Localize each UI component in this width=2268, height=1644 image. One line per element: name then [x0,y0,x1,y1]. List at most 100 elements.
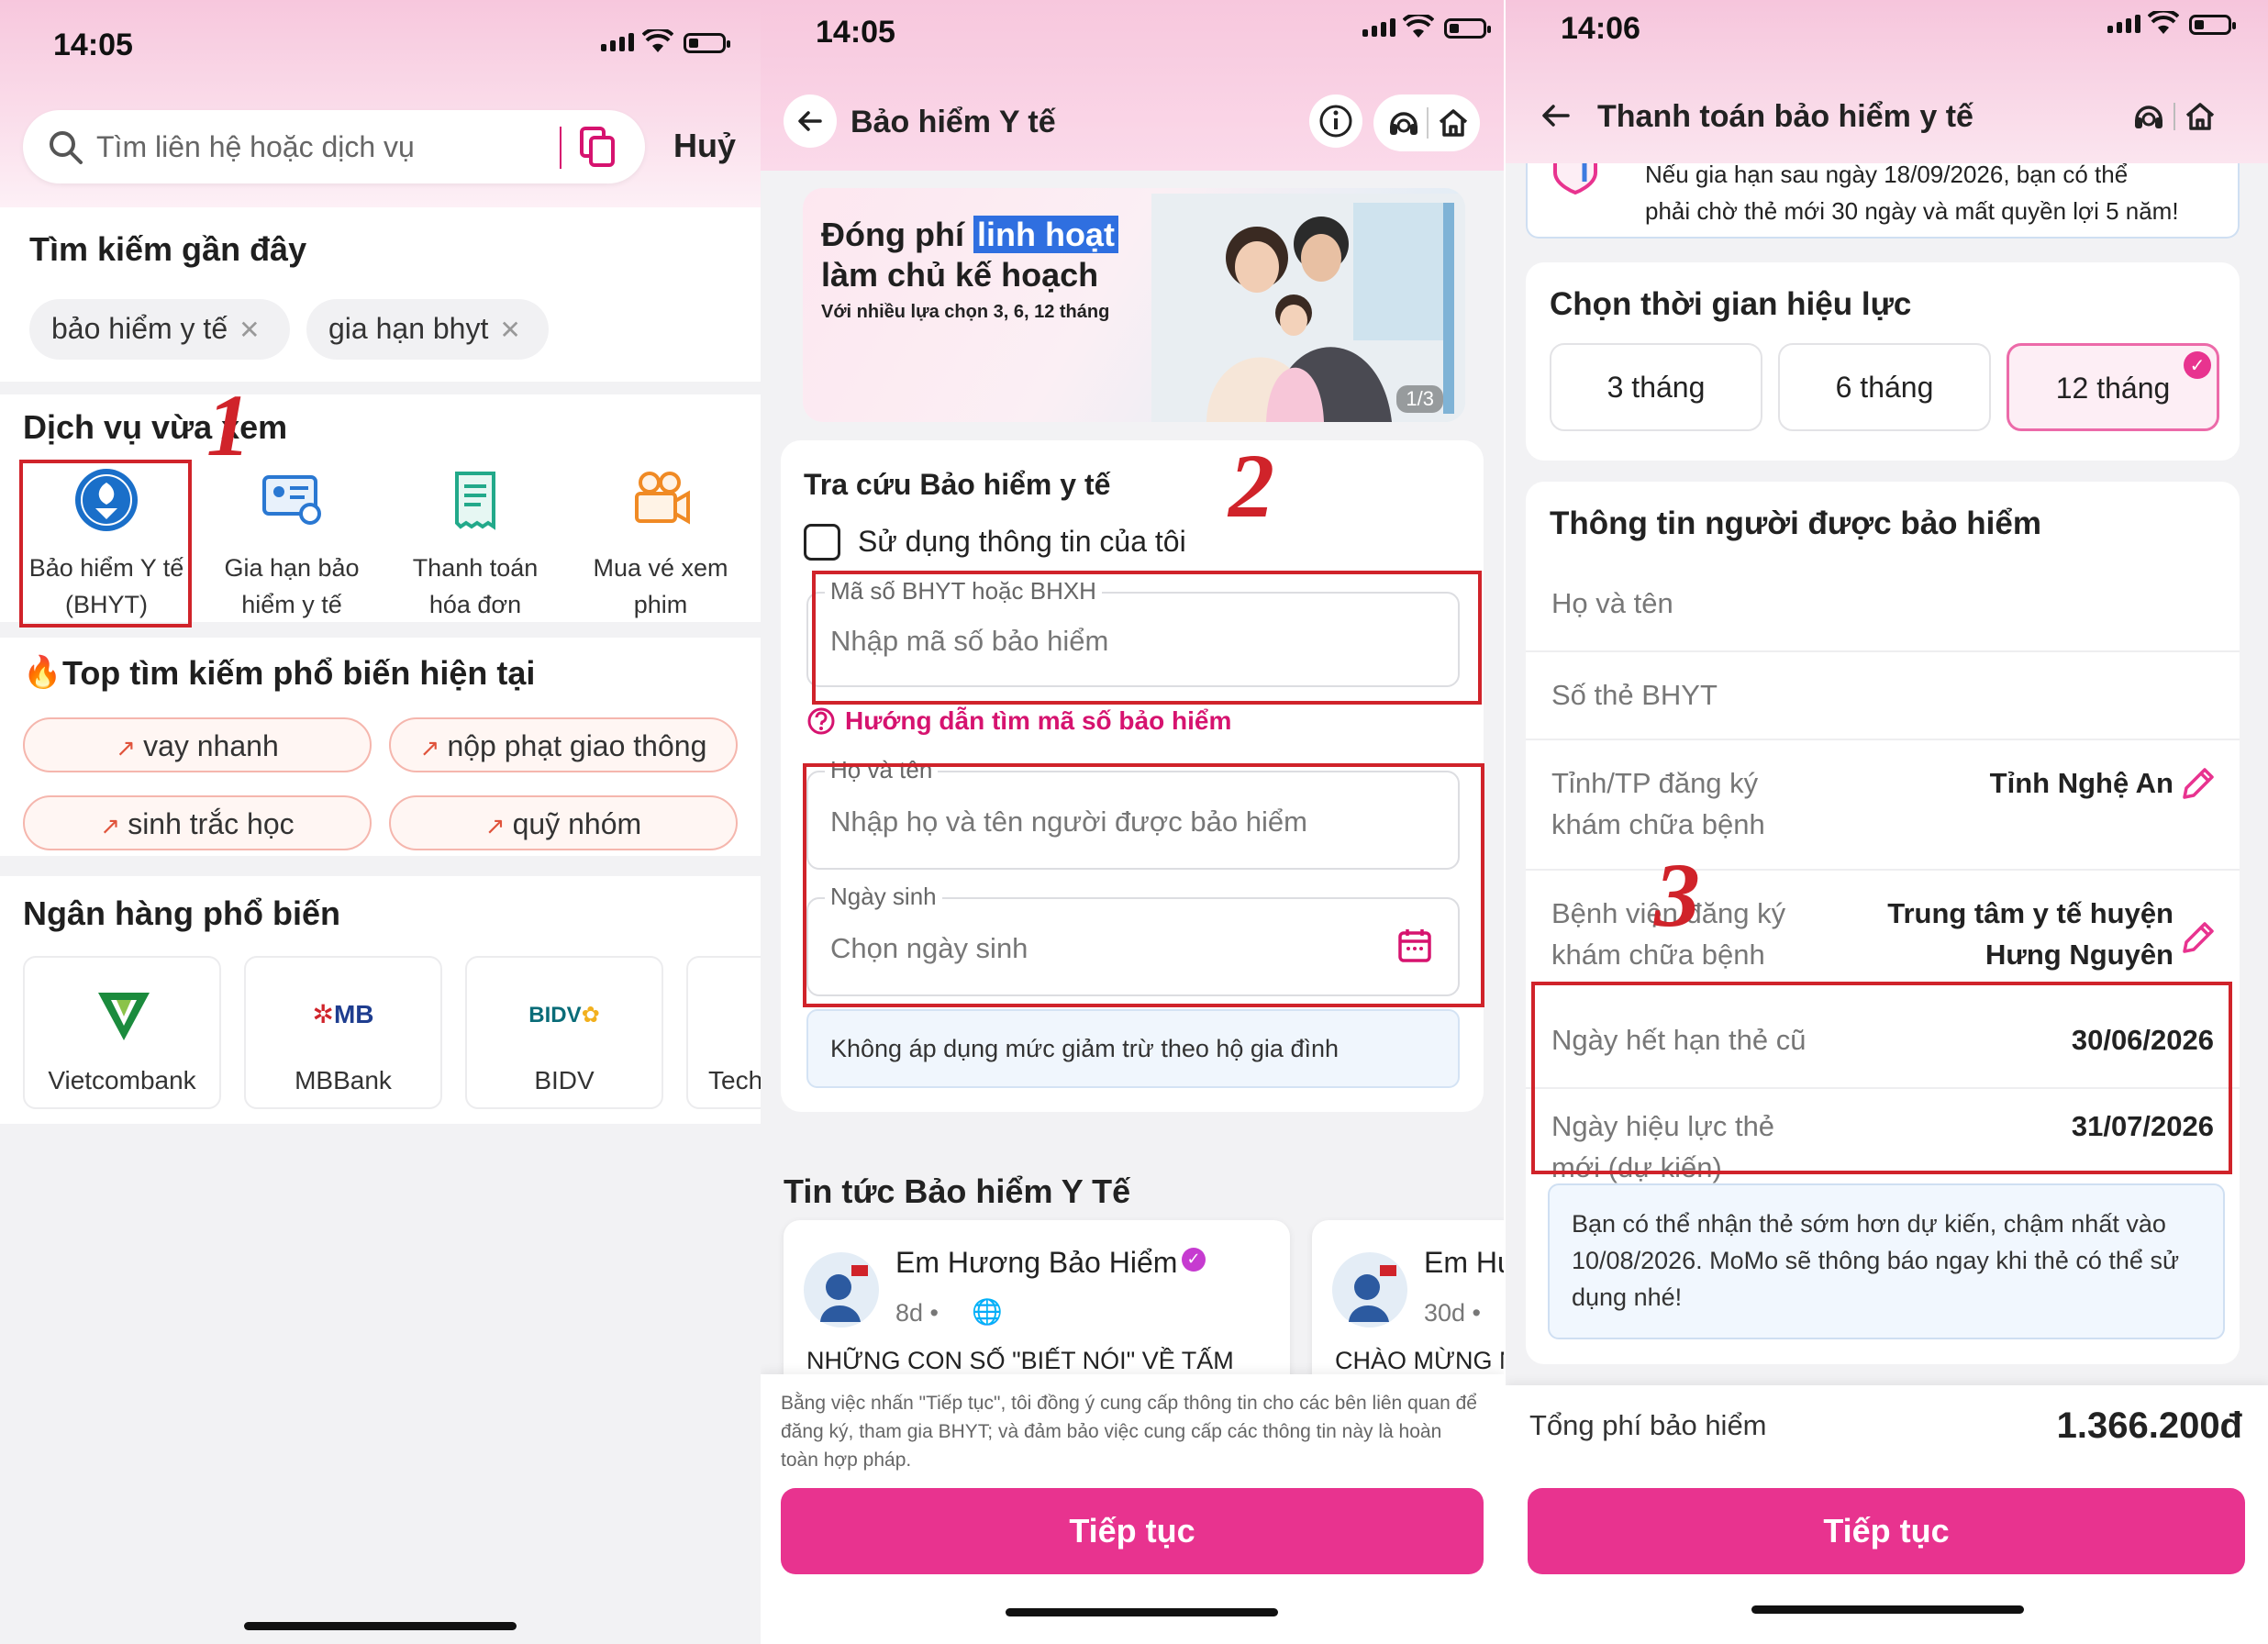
search-icon [50,131,83,164]
highlight-box [803,763,1484,1007]
copy-icon[interactable] [578,125,618,169]
popular-searches-card: 🔥 Top tìm kiếm phổ biến hiện tại ↗ vay nh… [0,638,761,856]
popular-chip-label: vay nhanh [143,729,279,762]
close-icon[interactable]: ✕ [239,316,260,344]
popular-title: Top tìm kiếm phổ biến hiện tại [62,654,536,692]
duration-option[interactable]: 3 tháng [1550,343,1762,431]
warning-line: Nếu gia hạn sau ngày 18/09/2026, bạn có … [1645,163,2129,188]
recent-title: Tìm kiếm gần đây [29,230,307,268]
search-input[interactable]: Tìm liên hệ hoặc dịch vụ [96,130,415,164]
signal-icon [2107,15,2140,33]
popular-chip[interactable]: ↗ vay nhanh [23,717,372,772]
status-time: 14:05 [53,28,133,62]
info-button[interactable] [1309,94,1362,148]
close-icon[interactable]: ✕ [499,316,520,344]
service-label: hóa đơn [428,591,522,618]
bank-techcombank[interactable]: Tech [686,956,761,1109]
search-bar[interactable]: Tìm liên hệ hoặc dịch vụ [23,110,645,183]
home-indicator [1006,1608,1278,1616]
banner-pager: 1/3 [1396,385,1443,413]
recent-chip-label: gia hạn bhyt [328,312,489,345]
recent-chip[interactable]: gia hạn bhyt ✕ [306,299,549,360]
star-icon: ✲ [312,1000,334,1028]
status-time: 14:06 [1561,11,1640,46]
bank-name: Vietcombank [48,1066,196,1094]
shield-warning-icon [1553,163,1597,195]
insurance-lookup-screen: 14:05 Bảo hiểm Y tế Đóng phí linh hoạt l… [761,0,1504,1644]
recent-chip[interactable]: bảo hiểm y tế ✕ [29,299,290,360]
news-age: 8d • [895,1299,939,1327]
movie-camera-icon [635,472,690,525]
news-author: Em Hư [1424,1246,1504,1279]
promo-banner[interactable]: Đóng phí linh hoạt làm chủ kế hoạch Với … [803,188,1465,422]
insured-title: Thông tin người được bảo hiểm [1550,505,2041,541]
avatar [1332,1252,1407,1327]
news-author: Em Hương Bảo Hiểm [895,1246,1178,1279]
home-indicator [1751,1605,2024,1614]
back-button[interactable] [784,94,837,148]
banner-headline-line2: làm chủ kế hoạch [821,256,1099,294]
info-icon [1319,105,1352,138]
highlight-box [812,571,1482,705]
household-note: Không áp dụng mức giảm trừ theo hộ gia đ… [806,1009,1460,1088]
support-agent-icon[interactable] [1386,106,1421,140]
service-label: hiểm y tế [241,591,342,618]
cancel-button[interactable]: Huỷ [673,127,736,165]
row-label: Tỉnh/TP đăng ký [1551,767,1759,799]
support-agent-icon[interactable] [2131,99,2166,134]
province-value: Tỉnh Nghệ An [1989,767,2174,799]
service-label: Thanh toán [412,554,539,582]
footer: Bằng việc nhấn "Tiếp tục", tôi đồng ý cu… [761,1374,1504,1644]
home-icon[interactable] [2183,99,2218,134]
recent-chip-label: bảo hiểm y tế [51,312,228,345]
author-avatar-icon [1349,1265,1396,1322]
back-arrow-icon[interactable] [1540,101,1572,130]
bank-vietcombank[interactable]: Vietcombank [23,956,221,1109]
edit-pencil-icon[interactable] [2179,766,2216,803]
continue-button[interactable]: Tiếp tục [1528,1488,2245,1574]
home-icon[interactable] [1436,106,1471,140]
continue-button[interactable]: Tiếp tục [781,1488,1484,1574]
use-my-info-label: Sử dụng thông tin của tôi [858,525,1186,558]
wifi-icon [2148,11,2179,34]
service-label: Gia hạn bảo [224,554,360,582]
bank-name: BIDV [534,1066,595,1094]
back-arrow-icon [798,111,822,131]
recent-searches-card: Tìm kiếm gần đây bảo hiểm y tế ✕ gia hạn … [0,207,761,382]
bank-mbbank[interactable]: ✲MB MBBank [244,956,442,1109]
verified-icon: ✓ [1182,1248,1206,1272]
news-title: Tin tức Bảo hiểm Y Tế [784,1172,1131,1210]
banks-title: Ngân hàng phổ biến [23,894,340,932]
author-avatar-icon [820,1265,868,1322]
flower-icon: ✿ [581,1003,600,1028]
duration-option[interactable]: 6 tháng [1778,343,1991,431]
popular-chip[interactable]: ↗ sinh trắc học [23,795,372,850]
battery-icon [2189,15,2236,35]
edit-pencil-icon[interactable] [2179,920,2216,957]
service-bill[interactable]: Thanh toán hóa đơn [384,468,567,623]
use-my-info-checkbox[interactable] [804,524,840,561]
news-headline: CHÀO MỪNG N [1335,1347,1504,1374]
bank-bidv[interactable]: BIDV✿ BIDV [465,956,663,1109]
duration-option-selected[interactable]: 12 tháng ✓ [2007,343,2219,431]
hospital-value: Hưng Nguyên [1985,939,2174,971]
wifi-icon [642,29,673,52]
guide-link[interactable]: Hướng dẫn tìm mã số bảo hiểm [845,706,1231,736]
popular-chip[interactable]: ↗ quỹ nhóm [389,795,738,850]
highlight-box [19,460,192,628]
status-bar: 14:05 [761,0,1504,83]
province-row[interactable]: Tỉnh/TP đăng ký khám chữa bệnh Tỉnh Nghệ … [1526,740,2240,871]
action-divider [1427,107,1429,139]
status-time: 14:05 [816,15,895,50]
hospital-value: Trung tâm y tế huyện [1887,897,2174,929]
service-renew[interactable]: Gia hạn bảo hiểm y tế [200,468,384,623]
popular-chip-label: quỹ nhóm [512,807,642,840]
popular-chip[interactable]: ↗ nộp phạt giao thông [389,717,738,772]
full-name-row: Họ và tên [1526,564,2240,652]
globe-icon: 🌐 [972,1298,1003,1326]
header-actions [1373,94,1480,151]
service-movie[interactable]: Mua vé xem phim [569,468,752,623]
payment-screen: 14:06 Thanh toán bảo hiểm y tế Nếu gia h… [1504,0,2268,1644]
bank-name: MBBank [295,1066,392,1094]
popular-chip-label: nộp phạt giao thông [447,729,707,762]
